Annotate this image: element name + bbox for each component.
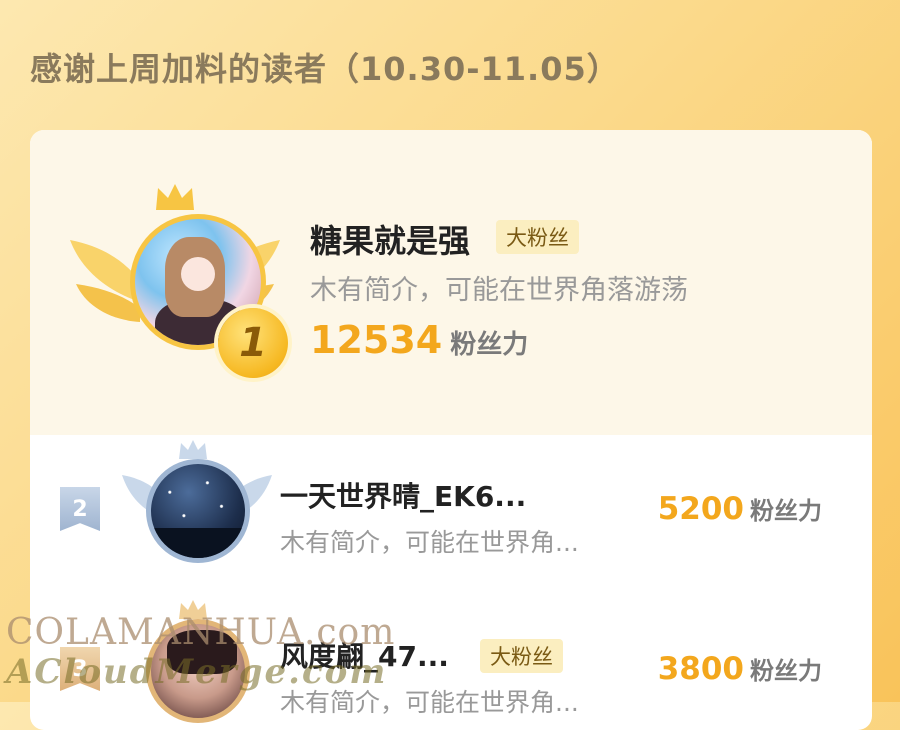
fan-power: 3800 粉丝力 bbox=[658, 651, 822, 687]
leaderboard-card: 1 糖果就是强 大粉丝 木有简介，可能在世界角落游荡 12534 粉丝力 2 一天… bbox=[30, 130, 872, 730]
rank-badge: 2 bbox=[60, 487, 100, 531]
fan-power-label: 粉丝力 bbox=[450, 330, 529, 360]
reader-bio: 木有简介，可能在世界角... bbox=[280, 688, 579, 717]
gold-medal-icon: 1 bbox=[218, 308, 288, 378]
reader-bio: 木有简介，可能在世界角... bbox=[280, 528, 579, 557]
fan-badge: 大粉丝 bbox=[480, 639, 563, 673]
rank-badge: 3 bbox=[60, 647, 100, 691]
fan-power-value: 12534 bbox=[310, 318, 443, 362]
fan-power: 12534 粉丝力 bbox=[310, 318, 528, 362]
reader-bio: 木有简介，可能在世界角落游荡 bbox=[310, 275, 688, 306]
rank-2-entry[interactable]: 2 一天世界晴_EK6... 木有简介，可能在世界角... 5200 粉丝力 bbox=[30, 435, 872, 595]
reader-name[interactable]: 风度翩_47... bbox=[280, 635, 449, 675]
fan-power: 5200 粉丝力 bbox=[658, 491, 822, 527]
crown-icon bbox=[156, 184, 194, 210]
fan-badge: 大粉丝 bbox=[496, 220, 579, 254]
rank-1-entry[interactable]: 1 糖果就是强 大粉丝 木有简介，可能在世界角落游荡 12534 粉丝力 bbox=[30, 130, 872, 435]
crown-icon bbox=[179, 600, 207, 619]
page-title: 感谢上周加料的读者（10.30-11.05） bbox=[30, 50, 620, 88]
reader-name[interactable]: 糖果就是强 bbox=[310, 216, 470, 262]
fan-power-label: 粉丝力 bbox=[750, 657, 822, 685]
avatar[interactable] bbox=[146, 619, 250, 723]
reader-name[interactable]: 一天世界晴_EK6... bbox=[280, 475, 526, 515]
fan-power-label: 粉丝力 bbox=[750, 497, 822, 525]
rank-3-avatar-frame bbox=[122, 595, 272, 730]
rank-3-entry[interactable]: 3 风度翩_47... 大粉丝 木有简介，可能在世界角... 3800 粉丝力 bbox=[30, 595, 872, 730]
fan-power-value: 3800 bbox=[657, 651, 744, 687]
fan-power-value: 5200 bbox=[657, 491, 744, 527]
avatar[interactable] bbox=[146, 459, 250, 563]
crown-icon bbox=[179, 440, 207, 459]
rank-2-avatar-frame bbox=[122, 435, 272, 575]
rank-1-avatar-frame: 1 bbox=[70, 182, 288, 378]
